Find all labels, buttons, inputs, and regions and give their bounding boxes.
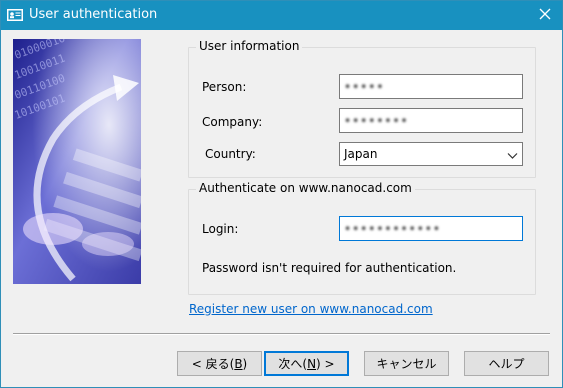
password-note: Password isn't required for authenticati… (202, 261, 457, 275)
user-information-title: User information (196, 39, 303, 53)
country-value: Japan (344, 147, 378, 161)
window-title: User authentication (29, 7, 158, 22)
person-value: ••••• (344, 80, 385, 94)
help-button[interactable]: ヘルプ (464, 351, 549, 376)
id-card-icon (7, 8, 23, 22)
title-bar[interactable]: User authentication (1, 1, 562, 30)
login-field[interactable]: •••••••••••• (339, 216, 523, 241)
side-banner-image: 01000010 10010011 00110100 10100101 (13, 39, 141, 284)
chevron-down-icon (507, 149, 518, 163)
cancel-label: キャンセル (376, 357, 437, 371)
authenticate-group: Authenticate on www.nanocad.com (188, 181, 536, 295)
login-value: •••••••••••• (344, 222, 441, 236)
back-label-end: ) (242, 356, 248, 371)
separator (13, 333, 550, 335)
company-field[interactable]: •••••••• (339, 108, 523, 133)
dialog-window: User authentication 01000010 10010011 00… (0, 0, 563, 388)
back-button[interactable]: < 戻る(B) (177, 351, 262, 376)
company-label: Company: (202, 115, 263, 129)
next-label: 次へ( (278, 357, 308, 371)
country-label: Country: (205, 147, 256, 161)
back-label: < 戻る( (191, 357, 235, 371)
next-button[interactable]: 次へ(N) > (264, 351, 349, 376)
next-label-end: ) > (316, 356, 335, 371)
country-select[interactable]: Japan (339, 142, 523, 166)
register-link[interactable]: Register new user on www.nanocad.com (189, 302, 433, 316)
company-value: •••••••• (344, 114, 409, 128)
cancel-button[interactable]: キャンセル (364, 351, 449, 376)
help-label: ヘルプ (488, 357, 525, 371)
back-accelerator: B (234, 356, 243, 371)
close-icon (539, 8, 551, 23)
person-field[interactable]: ••••• (339, 74, 523, 99)
person-label: Person: (202, 80, 247, 94)
close-button[interactable] (528, 1, 562, 30)
login-label: Login: (202, 222, 239, 236)
next-accelerator: N (307, 356, 317, 371)
authenticate-title: Authenticate on www.nanocad.com (196, 181, 415, 195)
